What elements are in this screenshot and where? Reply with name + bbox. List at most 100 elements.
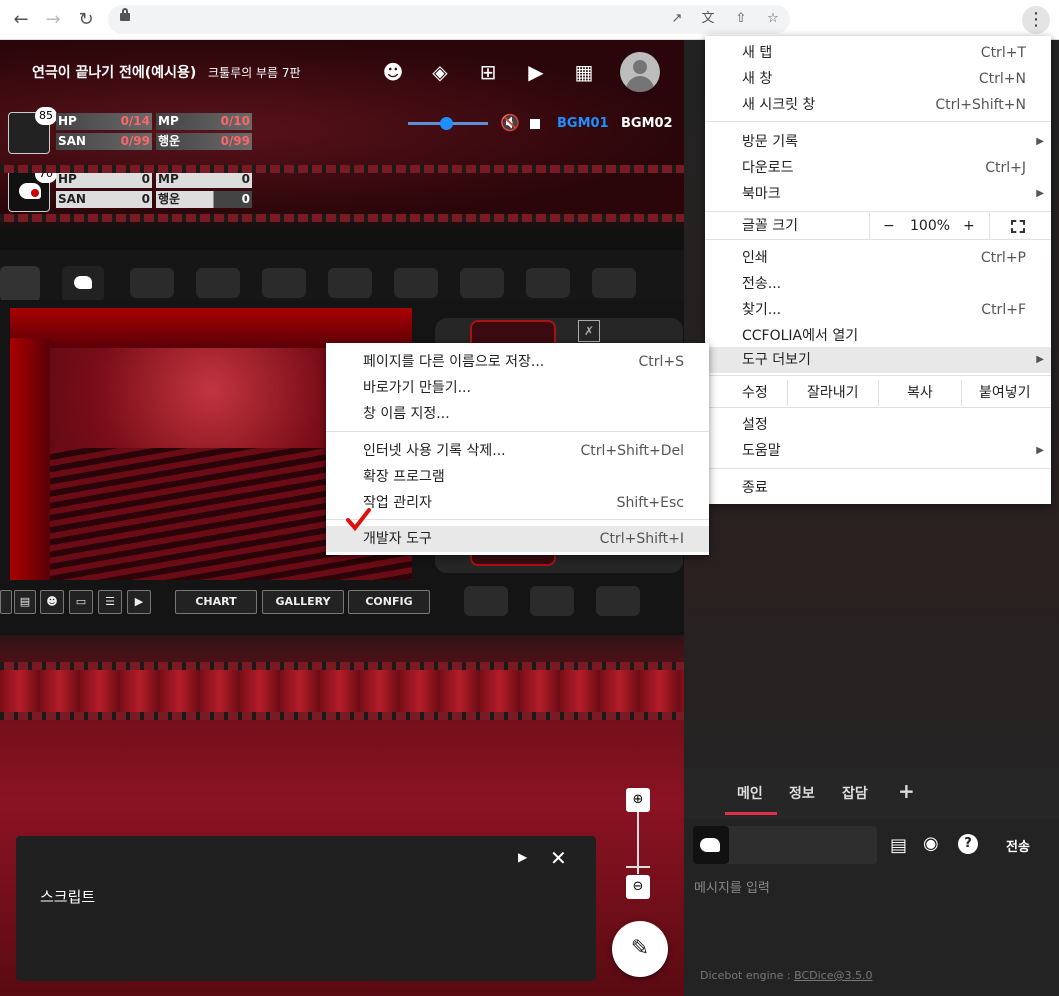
back-icon[interactable]: ←: [10, 9, 32, 31]
menu-divider: [705, 121, 1051, 122]
scene-slot[interactable]: [328, 268, 372, 298]
send-button[interactable]: 전송: [1006, 836, 1030, 855]
bgm-02-button[interactable]: BGM02: [621, 116, 673, 131]
user-icon[interactable]: ☻: [40, 590, 64, 614]
tab-main[interactable]: 메인: [737, 783, 763, 803]
movie-icon[interactable]: ▦: [571, 59, 597, 85]
curtain-left: [10, 338, 50, 580]
zoom-track[interactable]: [637, 812, 639, 874]
palette-icon[interactable]: ◉: [923, 833, 939, 854]
forward-icon[interactable]: →: [42, 9, 64, 31]
menu-settings[interactable]: 설정: [705, 412, 1051, 438]
speaker-avatar[interactable]: [693, 826, 729, 864]
avatar[interactable]: [620, 52, 660, 92]
add-box-icon[interactable]: ⊞: [475, 59, 501, 85]
submenu-task-manager[interactable]: 작업 관리자 Shift+Esc: [326, 490, 709, 516]
san-bar-2: SAN 0: [56, 191, 152, 208]
list-icon[interactable]: ▤: [890, 835, 907, 856]
add-tab-button[interactable]: +: [898, 779, 915, 803]
reload-icon[interactable]: ↻: [75, 9, 97, 31]
translate-icon[interactable]: 文: [698, 9, 718, 29]
tab-info[interactable]: 정보: [789, 783, 815, 803]
token-portrait-2[interactable]: [62, 266, 104, 302]
menu-cast[interactable]: 전송...: [705, 271, 1051, 297]
zoom-divider: [869, 213, 870, 239]
menu-help[interactable]: 도움말 ▶: [705, 438, 1051, 464]
submenu-name-window[interactable]: 창 이름 지정...: [326, 401, 709, 427]
close-icon[interactable]: ✕: [550, 846, 567, 870]
submenu-save-as[interactable]: 페이지를 다른 이름으로 저장... Ctrl+S: [326, 349, 709, 375]
chat-icon[interactable]: ▭: [69, 590, 93, 614]
menu-incognito[interactable]: 새 시크릿 창 Ctrl+Shift+N: [705, 92, 1051, 118]
play-script-icon[interactable]: ▶: [518, 850, 527, 864]
message-input[interactable]: 메시지를 입력: [694, 877, 770, 896]
scene-slot[interactable]: [530, 586, 574, 616]
mute-icon[interactable]: 🔇: [500, 113, 520, 132]
tab-indicator: [725, 812, 777, 815]
speaker-select[interactable]: [693, 826, 877, 864]
open-in-new-icon[interactable]: ↗: [667, 9, 687, 29]
bcdice-link[interactable]: BCDice@3.5.0: [794, 969, 872, 982]
scene-slot[interactable]: [394, 268, 438, 298]
submenu-devtools[interactable]: 개발자 도구 Ctrl+Shift+I: [326, 526, 709, 552]
share-icon[interactable]: ⇧: [731, 9, 751, 29]
help-icon[interactable]: ?: [958, 834, 978, 854]
bird-icon: [74, 276, 92, 289]
prev-icon[interactable]: [0, 590, 12, 614]
config-button[interactable]: CONFIG: [348, 590, 430, 614]
scene-slot[interactable]: [130, 268, 174, 298]
menu-more-tools[interactable]: 도구 더보기 ▶: [705, 347, 1051, 373]
menu-new-window[interactable]: 새 창 Ctrl+N: [705, 66, 1051, 92]
play-icon[interactable]: ▶: [127, 590, 151, 614]
cut-button[interactable]: 잘라내기: [807, 380, 859, 406]
zoom-thumb[interactable]: [626, 866, 650, 868]
chart-button[interactable]: CHART: [175, 590, 257, 614]
layers-icon[interactable]: ◈: [427, 59, 453, 85]
scene-slot[interactable]: [596, 586, 640, 616]
fullscreen-icon[interactable]: [1011, 220, 1025, 233]
character-icon[interactable]: ☻: [380, 59, 406, 85]
edit-divider: [878, 380, 879, 406]
submenu-create-shortcut[interactable]: 바로가기 만들기...: [326, 375, 709, 401]
menu-downloads[interactable]: 다운로드 Ctrl+J: [705, 155, 1051, 181]
scene-slot[interactable]: [460, 268, 504, 298]
gallery-button[interactable]: GALLERY: [262, 590, 344, 614]
save-icon[interactable]: ▤: [14, 590, 36, 614]
paste-button[interactable]: 붙여넣기: [979, 380, 1031, 406]
menu-print[interactable]: 인쇄 Ctrl+P: [705, 245, 1051, 271]
stop-icon[interactable]: [530, 119, 540, 129]
menu-history[interactable]: 방문 기록 ▶: [705, 129, 1051, 155]
volume-thumb[interactable]: [440, 117, 453, 130]
menu-divider: [705, 407, 1051, 408]
zoom-in-button[interactable]: +: [963, 213, 975, 239]
zoom-in-icon[interactable]: ⊕: [626, 788, 650, 812]
scene-slot[interactable]: [262, 268, 306, 298]
more-vert-icon[interactable]: ⋮: [1022, 6, 1050, 34]
edit-card-icon[interactable]: ✗: [578, 320, 600, 342]
screen-icon[interactable]: ▶: [523, 59, 549, 85]
zoom-out-icon[interactable]: ⊖: [626, 875, 650, 899]
menu-open-in-app[interactable]: CCFOLIA에서 열기: [705, 323, 1051, 349]
scene-slot[interactable]: [464, 586, 508, 616]
zoom-out-button[interactable]: −: [883, 213, 895, 239]
luck-bar-2: 행운 0: [156, 191, 252, 208]
menu-exit[interactable]: 종료: [705, 475, 1051, 501]
menu-find[interactable]: 찾기... Ctrl+F: [705, 297, 1051, 323]
tab-chat[interactable]: 잡담: [842, 783, 868, 803]
list-icon[interactable]: ☰: [98, 590, 122, 614]
scene-slot[interactable]: [196, 268, 240, 298]
bgm-01-button[interactable]: BGM01: [557, 116, 609, 131]
submenu-clear-data[interactable]: 인터넷 사용 기록 삭제... Ctrl+Shift+Del: [326, 438, 709, 464]
film-band: [0, 670, 684, 712]
submenu-divider: [326, 519, 709, 520]
copy-button[interactable]: 복사: [907, 380, 933, 406]
menu-new-tab[interactable]: 새 탭 Ctrl+T: [705, 40, 1051, 66]
menu-bookmarks[interactable]: 북마크 ▶: [705, 181, 1051, 207]
address-bar[interactable]: [108, 5, 790, 34]
edit-fab-icon[interactable]: ✎: [612, 921, 668, 977]
scene-slot[interactable]: [526, 268, 570, 298]
submenu-extensions[interactable]: 확장 프로그램: [326, 464, 709, 490]
scene-slot[interactable]: [592, 268, 636, 298]
star-icon[interactable]: ☆: [763, 9, 783, 29]
token-portrait-1[interactable]: [0, 266, 40, 302]
